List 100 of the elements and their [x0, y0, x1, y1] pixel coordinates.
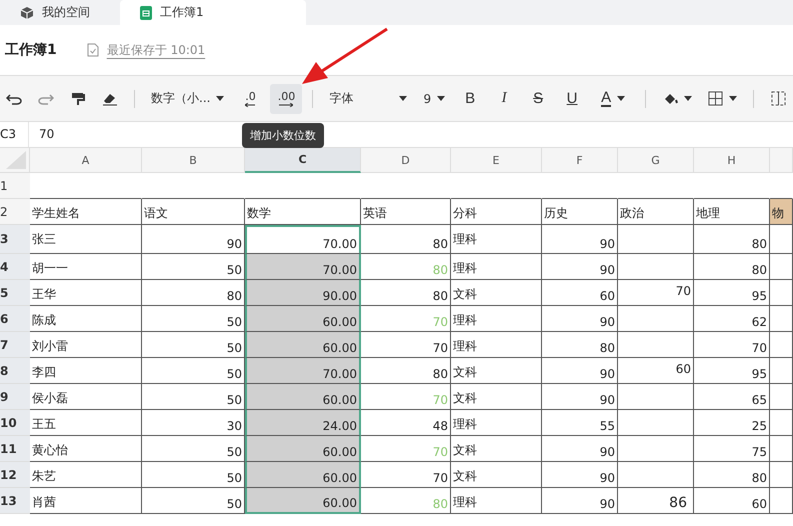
bold-button[interactable]: B — [455, 84, 486, 114]
column-header[interactable]: H — [694, 148, 770, 173]
table-cell: 60.00 — [245, 436, 361, 462]
undo-icon — [6, 92, 22, 104]
column-header[interactable]: G — [618, 148, 694, 173]
text-color-button[interactable]: A — [591, 84, 636, 114]
row-header[interactable]: 9 — [0, 384, 30, 410]
empty-cell — [770, 384, 793, 410]
document-title: 工作簿1 — [5, 41, 57, 59]
table-cell: 75 — [694, 436, 770, 462]
table-cell: 政治 — [618, 199, 694, 225]
row-header[interactable]: 12 — [0, 462, 30, 488]
column-header[interactable]: B — [142, 148, 245, 173]
empty-cell — [770, 462, 793, 488]
table-cell: 80 — [361, 225, 451, 254]
table-cell: 黄心怡 — [30, 436, 142, 462]
table-cell: 62 — [694, 306, 770, 332]
table-cell: 90 — [542, 488, 618, 514]
row-header[interactable]: 1 — [0, 173, 30, 199]
table-cell: 文科 — [451, 280, 542, 306]
table-cell: 60.00 — [245, 306, 361, 332]
table-cell: 25 — [694, 410, 770, 436]
table-cell: 语文 — [142, 199, 245, 225]
eraser-icon — [102, 92, 118, 106]
strike-button[interactable]: S — [523, 84, 554, 114]
column-header[interactable]: F — [542, 148, 618, 173]
underline-button[interactable]: U — [557, 84, 588, 114]
column-header[interactable]: D — [361, 148, 451, 173]
dropdown-button[interactable]: 9 — [417, 84, 452, 114]
row-header[interactable]: 6 — [0, 306, 30, 332]
table-cell: 80 — [361, 488, 451, 514]
table-cell: 理科 — [451, 254, 542, 280]
table-cell: 张三 — [30, 225, 142, 254]
row-header[interactable]: 2 — [0, 199, 30, 225]
row-header[interactable]: 7 — [0, 332, 30, 358]
table-cell: 文科 — [451, 436, 542, 462]
table-cell: 刘小雷 — [30, 332, 142, 358]
table-cell: 60.00 — [245, 332, 361, 358]
row-header[interactable]: 11 — [0, 436, 30, 462]
table-cell: 文科 — [451, 358, 542, 384]
row-header[interactable]: 4 — [0, 254, 30, 280]
column-header[interactable]: A — [30, 148, 142, 173]
table-cell: 学生姓名 — [30, 199, 142, 225]
table-cell: 70 — [361, 462, 451, 488]
empty-cell — [770, 280, 793, 306]
column-header[interactable]: E — [451, 148, 542, 173]
row-header[interactable]: 13 — [0, 488, 30, 514]
table-cell: 86 — [618, 488, 694, 514]
table-cell: 70 — [361, 384, 451, 410]
left-arrow-icon — [245, 102, 256, 106]
table-cell: 70 — [694, 332, 770, 358]
row-header[interactable]: 3 — [0, 225, 30, 254]
row-header[interactable]: 8 — [0, 358, 30, 384]
table-cell: 60 — [542, 280, 618, 306]
right-arrow-icon — [279, 102, 294, 106]
table-cell: 60 — [618, 358, 694, 384]
table-cell: 60 — [694, 488, 770, 514]
table-cell: 理科 — [451, 488, 542, 514]
table-cell: 70.00 — [245, 254, 361, 280]
table-cell: 朱艺 — [30, 462, 142, 488]
spreadsheet-icon — [140, 6, 152, 20]
paint-roller-icon — [71, 92, 85, 106]
empty-cell — [770, 254, 793, 280]
redo-icon — [38, 92, 54, 104]
empty-cell — [770, 488, 793, 514]
table-cell: 王华 — [30, 280, 142, 306]
table-cell: 90 — [542, 306, 618, 332]
table-cell: 24.00 — [245, 410, 361, 436]
row-header[interactable]: 10 — [0, 410, 30, 436]
table-cell: 80 — [694, 462, 770, 488]
table-cell: 65 — [694, 384, 770, 410]
empty-cell — [770, 306, 793, 332]
table-cell: 理科 — [451, 410, 542, 436]
table-cell: 90 — [542, 358, 618, 384]
table-cell: 80 — [542, 332, 618, 358]
table-cell: 70 — [361, 436, 451, 462]
table-cell: 分科 — [451, 199, 542, 225]
column-header[interactable]: C — [245, 148, 361, 173]
table-cell: 60.00 — [245, 384, 361, 410]
formula-input[interactable]: 70 — [29, 122, 54, 147]
tooltip: 增加小数位数 — [242, 123, 324, 148]
table-cell: 历史 — [542, 199, 618, 225]
increase-decimal-button[interactable]: .00 — [270, 84, 302, 114]
table-cell: 理科 — [451, 225, 542, 254]
dropdown-button[interactable]: 数字（小... — [145, 84, 230, 114]
decrease-decimal-button[interactable]: .0 — [234, 84, 266, 114]
table-cell: 80 — [361, 254, 451, 280]
table-cell: 70.00 — [245, 358, 361, 384]
empty-cell — [770, 332, 793, 358]
save-status-link[interactable]: 最近保存于 10:01 — [106, 42, 206, 58]
table-cell: 理科 — [451, 306, 542, 332]
table-cell: 理科 — [451, 332, 542, 358]
table-cell: 90 — [542, 436, 618, 462]
tab[interactable]: 我的空间 — [0, 0, 120, 25]
row-header[interactable]: 5 — [0, 280, 30, 306]
borders-icon — [708, 91, 724, 106]
italic-button[interactable]: I — [489, 84, 520, 114]
table-cell: 70.00 — [245, 225, 361, 254]
tab[interactable]: 工作簿1 — [120, 0, 306, 25]
dropdown-button[interactable]: 字体 — [323, 84, 414, 114]
